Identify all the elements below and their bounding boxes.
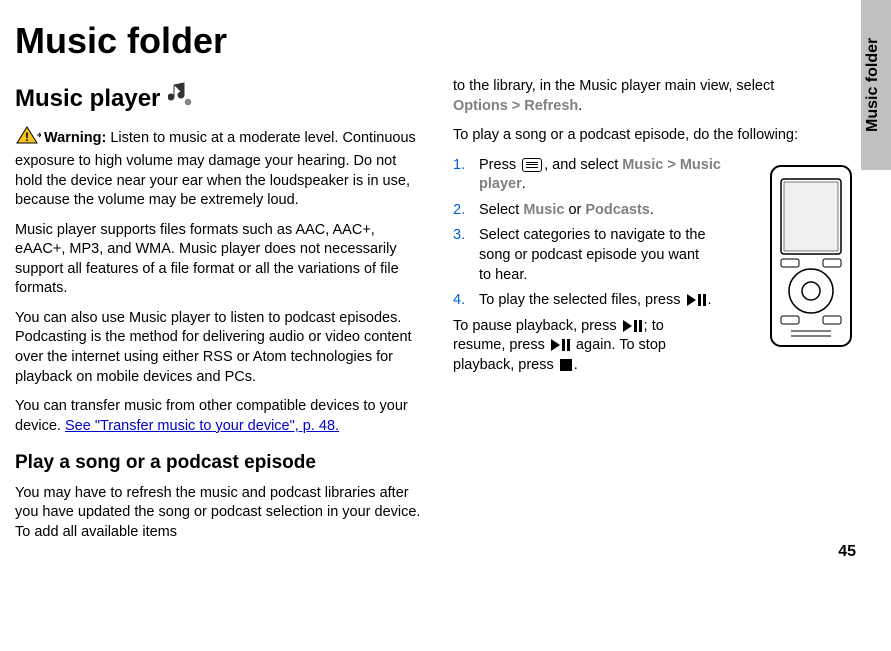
step2-text-a: Select <box>479 202 523 218</box>
menu-options: Options <box>453 98 508 114</box>
step1-sep: > <box>667 157 675 173</box>
refresh-continuation-paragraph: to the library, in the Music player main… <box>453 77 861 116</box>
menu-key-icon <box>522 158 542 172</box>
menu-separator: > <box>512 98 520 114</box>
music-player-heading-text: Music player <box>15 83 160 115</box>
stop-icon <box>560 359 572 371</box>
play-song-heading: Play a song or a podcast episode <box>15 450 423 476</box>
svg-text:!: ! <box>25 130 29 144</box>
refresh-intro-paragraph: You may have to refresh the music and po… <box>15 484 423 543</box>
play-pause-icon-2 <box>623 320 642 332</box>
playback-controls-paragraph: To pause playback, press ; to resume, pr… <box>453 317 713 376</box>
transfer-link[interactable]: See "Transfer music to your device", p. … <box>65 418 339 434</box>
refresh-cont-text: to the library, in the Music player main… <box>453 78 774 94</box>
step1-text-a: Press <box>479 157 520 173</box>
step-2: Select Music or Podcasts. <box>453 201 861 221</box>
step2-or: or <box>564 202 585 218</box>
playback-a: To pause playback, press <box>453 318 621 334</box>
podcast-paragraph: You can also use Music player to listen … <box>15 309 423 387</box>
play-pause-icon-3 <box>551 339 570 351</box>
warning-label: Warning: <box>44 131 106 147</box>
play-pause-icon <box>687 294 706 306</box>
step2-podcasts: Podcasts <box>585 202 649 218</box>
step-1: Press , and select Music>Music player. <box>453 156 861 195</box>
step1-text-b: , and select <box>544 157 622 173</box>
formats-paragraph: Music player supports files formats such… <box>15 221 423 299</box>
page-title: Music folder <box>15 20 861 62</box>
play-instructions-intro: To play a song or a podcast episode, do … <box>453 126 861 146</box>
step2-music: Music <box>523 202 564 218</box>
left-column: Music player ! Warning: Listen to music … <box>15 77 423 553</box>
step1-music: Music <box>622 157 663 173</box>
menu-refresh: Refresh <box>524 98 578 114</box>
transfer-paragraph: You can transfer music from other compat… <box>15 397 423 436</box>
step-3: Select categories to navigate to the son… <box>453 226 713 285</box>
right-column: to the library, in the Music player main… <box>453 77 861 553</box>
music-player-icon <box>168 82 194 115</box>
step4-text: To play the selected files, press <box>479 292 685 308</box>
step-4: To play the selected files, press . <box>453 291 713 311</box>
music-player-heading: Music player <box>15 82 423 115</box>
warning-icon: ! <box>15 125 41 152</box>
warning-paragraph: ! Warning: Listen to music at a moderate… <box>15 125 423 210</box>
page-number: 45 <box>838 543 856 561</box>
